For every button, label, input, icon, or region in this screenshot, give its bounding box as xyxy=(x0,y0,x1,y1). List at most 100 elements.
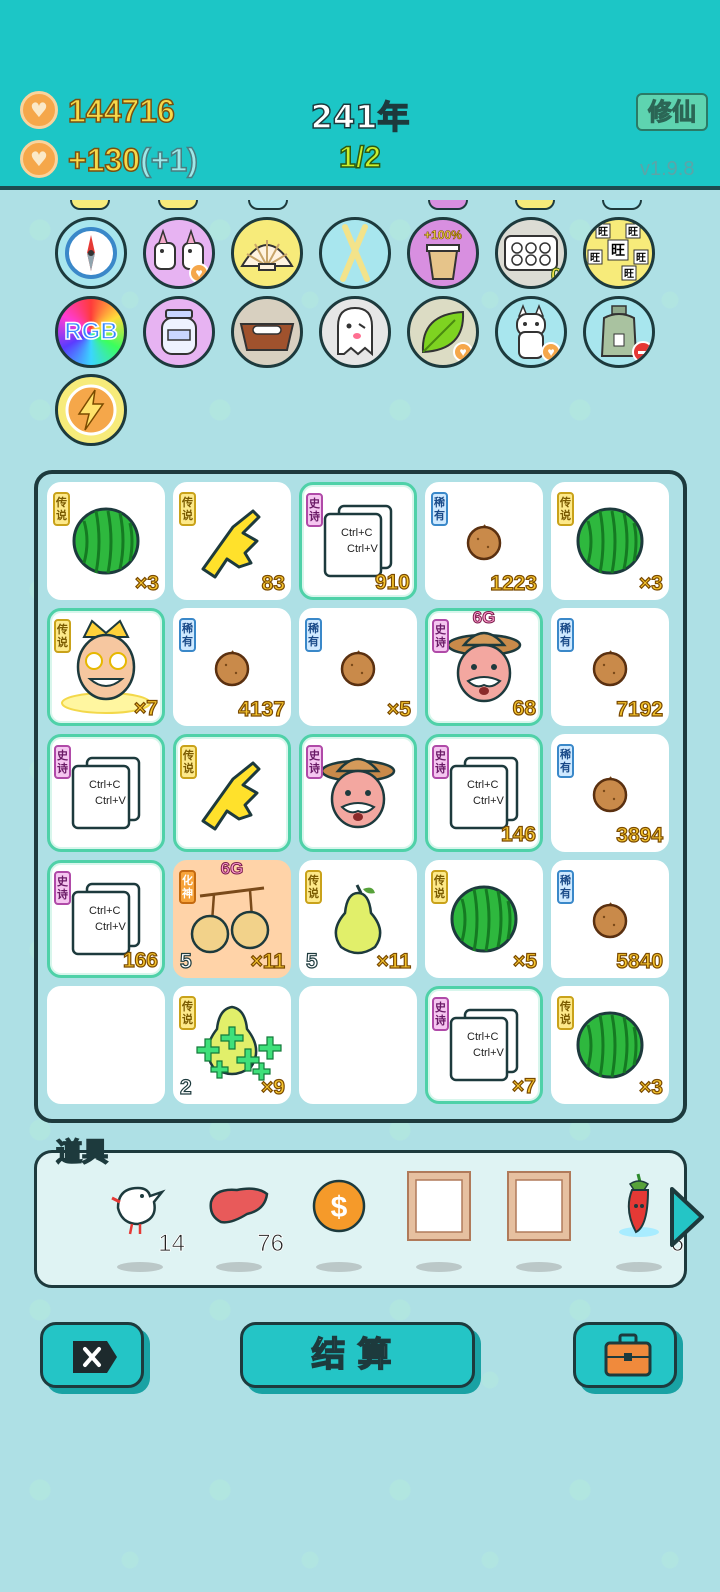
svg-text:Ctrl+V: Ctrl+V xyxy=(95,795,127,807)
svg-text:Ctrl+C: Ctrl+C xyxy=(341,527,373,539)
rarity-badge: 稀有 xyxy=(557,870,574,904)
version-label: v1.9.8 xyxy=(640,158,695,180)
grid-cell[interactable]: Ctrl+C Ctrl+V 史诗 166 xyxy=(47,860,165,978)
bag-button[interactable] xyxy=(573,1322,677,1388)
rarity-badge: 传说 xyxy=(431,870,448,904)
grid-cell[interactable]: 稀有 5840 xyxy=(551,860,669,978)
grid-cell[interactable]: 传说 5 ×11 xyxy=(299,860,417,978)
item-count: 76 xyxy=(257,1230,284,1258)
grid-cell[interactable]: Ctrl+C Ctrl+V 史诗 ×7 xyxy=(425,986,543,1104)
close-button[interactable] xyxy=(40,1322,144,1388)
item-slot[interactable]: $ xyxy=(296,1166,386,1276)
grid-cell[interactable]: 稀有 1223 xyxy=(425,482,543,600)
top-status-bar: ♥ 144716 ♥ +130(+1) 241年 1/2 修仙 v1.9.8 xyxy=(0,0,720,190)
cultivate-button[interactable]: 修仙 xyxy=(636,93,708,131)
grid-cell[interactable]: 稀有 4137 xyxy=(173,608,291,726)
item-slot[interactable]: 14 xyxy=(97,1166,187,1276)
income-bonus: (+1) xyxy=(139,141,198,179)
grid-cell[interactable]: 稀有 7192 xyxy=(551,608,669,726)
cell-count: ×11 xyxy=(376,949,412,973)
svg-text:旺: 旺 xyxy=(611,243,625,259)
rarity-badge: 传说 xyxy=(557,492,574,526)
grid-cell[interactable]: 传说 xyxy=(173,734,291,852)
grid-cell[interactable]: 传说 ×3 xyxy=(551,482,669,600)
dollar-coin-icon: $ xyxy=(296,1166,382,1246)
svg-text:Ctrl+C: Ctrl+C xyxy=(89,779,121,791)
grid-cell[interactable]: 化神 6G 5 ×11 xyxy=(173,859,291,978)
items-title: 道具 xyxy=(55,1137,109,1169)
grid-cell[interactable]: 稀有 ×5 xyxy=(299,608,417,726)
grid-cell[interactable]: 史诗 6G 68 xyxy=(425,608,543,726)
grid-cell[interactable]: 传说 ×3 xyxy=(551,986,669,1104)
settle-label: 结算 xyxy=(311,1334,404,1376)
chopsticks-icon[interactable] xyxy=(319,217,391,289)
close-icon xyxy=(73,1341,117,1373)
heart-badge-icon: ♥ xyxy=(541,342,561,362)
grid-cell[interactable]: Ctrl+C Ctrl+V 史诗 146 xyxy=(425,734,543,852)
grid-cell[interactable]: 传说 2 ×9 xyxy=(173,986,291,1104)
cell-count: 146 xyxy=(500,822,536,846)
compass-icon[interactable] xyxy=(55,217,127,289)
jar-icon[interactable] xyxy=(143,296,215,368)
coin-icon: ♥ xyxy=(20,91,58,129)
rgb-label: RGB xyxy=(64,317,119,346)
ghost-icon[interactable] xyxy=(319,296,391,368)
rarity-badge: 传说 xyxy=(179,996,196,1030)
grid-cell[interactable]: 传说 ×3 xyxy=(47,482,165,600)
svg-text:Ctrl+C: Ctrl+C xyxy=(89,905,121,917)
grid-cell[interactable]: Ctrl+C Ctrl+V 史诗 xyxy=(47,734,165,852)
wang-dice-icon[interactable]: 旺 旺 旺 旺 旺 旺 xyxy=(583,217,655,289)
income-value: +130 xyxy=(67,141,141,179)
egg-carton-icon[interactable]: 0 xyxy=(495,217,567,289)
lightning-icon[interactable] xyxy=(55,374,127,446)
grid-cell[interactable]: 传说 83 xyxy=(173,482,291,600)
grid-cell[interactable]: 传说 ×5 xyxy=(425,860,543,978)
cell-count: ×5 xyxy=(386,697,411,721)
item-slot[interactable] xyxy=(496,1166,586,1276)
rarity-badge: 史诗 xyxy=(306,493,323,527)
bucket-icon[interactable]: +100% xyxy=(407,217,479,289)
item-shadow xyxy=(316,1262,362,1272)
settle-button[interactable]: 结算 xyxy=(240,1322,475,1388)
income-coin-icon: ♥ xyxy=(20,140,58,178)
shell-icon[interactable] xyxy=(231,217,303,289)
empty-grid-cell[interactable] xyxy=(47,986,165,1104)
unicorn-twins-icon[interactable]: ♥ xyxy=(143,217,215,289)
cell-tag: 6G xyxy=(472,608,496,628)
cell-count: 1223 xyxy=(490,571,538,595)
cell-count: ×3 xyxy=(638,571,663,595)
relic-partial xyxy=(158,200,198,210)
grid-cell[interactable]: 传说 ×7 xyxy=(47,608,165,726)
dog-bowl-icon[interactable] xyxy=(231,296,303,368)
cell-count: ×9 xyxy=(260,1075,285,1099)
cell-count: ×5 xyxy=(512,949,537,973)
cat-icon[interactable]: ♥ xyxy=(495,296,567,368)
rarity-badge: 传说 xyxy=(179,492,196,526)
cell-count: 68 xyxy=(512,696,537,720)
leaf-icon[interactable]: ♥ xyxy=(407,296,479,368)
item-slot[interactable]: 76 xyxy=(196,1166,286,1276)
relic-partial xyxy=(602,200,642,210)
rarity-badge: 传说 xyxy=(53,492,70,526)
item-slot[interactable] xyxy=(396,1166,486,1276)
rarity-badge: 稀有 xyxy=(557,618,574,652)
empty-grid-cell[interactable] xyxy=(299,986,417,1104)
relic-partial xyxy=(428,200,468,210)
cell-tag: 6G xyxy=(220,859,244,879)
svg-text:Ctrl+C: Ctrl+C xyxy=(467,1031,499,1043)
grid-cell[interactable]: Ctrl+C Ctrl+V 史诗 910 xyxy=(299,482,417,600)
rgb-icon[interactable]: RGB xyxy=(55,296,127,368)
rarity-badge: 传说 xyxy=(54,619,71,653)
rarity-badge: 稀有 xyxy=(431,492,448,526)
grid-cell[interactable]: 史诗 xyxy=(299,734,417,852)
cell-level: 2 xyxy=(179,1075,192,1099)
cell-count: ×3 xyxy=(638,1075,663,1099)
svg-text:Ctrl+V: Ctrl+V xyxy=(95,921,127,933)
grid-cell[interactable]: 稀有 3894 xyxy=(551,734,669,852)
round-progress: 1/2 xyxy=(338,140,381,175)
svg-text:旺: 旺 xyxy=(636,252,646,264)
income-label: +130(+1) xyxy=(67,141,198,179)
sack-icon[interactable] xyxy=(583,296,655,368)
next-items-arrow-icon[interactable] xyxy=(666,1185,706,1249)
year-counter: 241年 xyxy=(310,97,410,137)
